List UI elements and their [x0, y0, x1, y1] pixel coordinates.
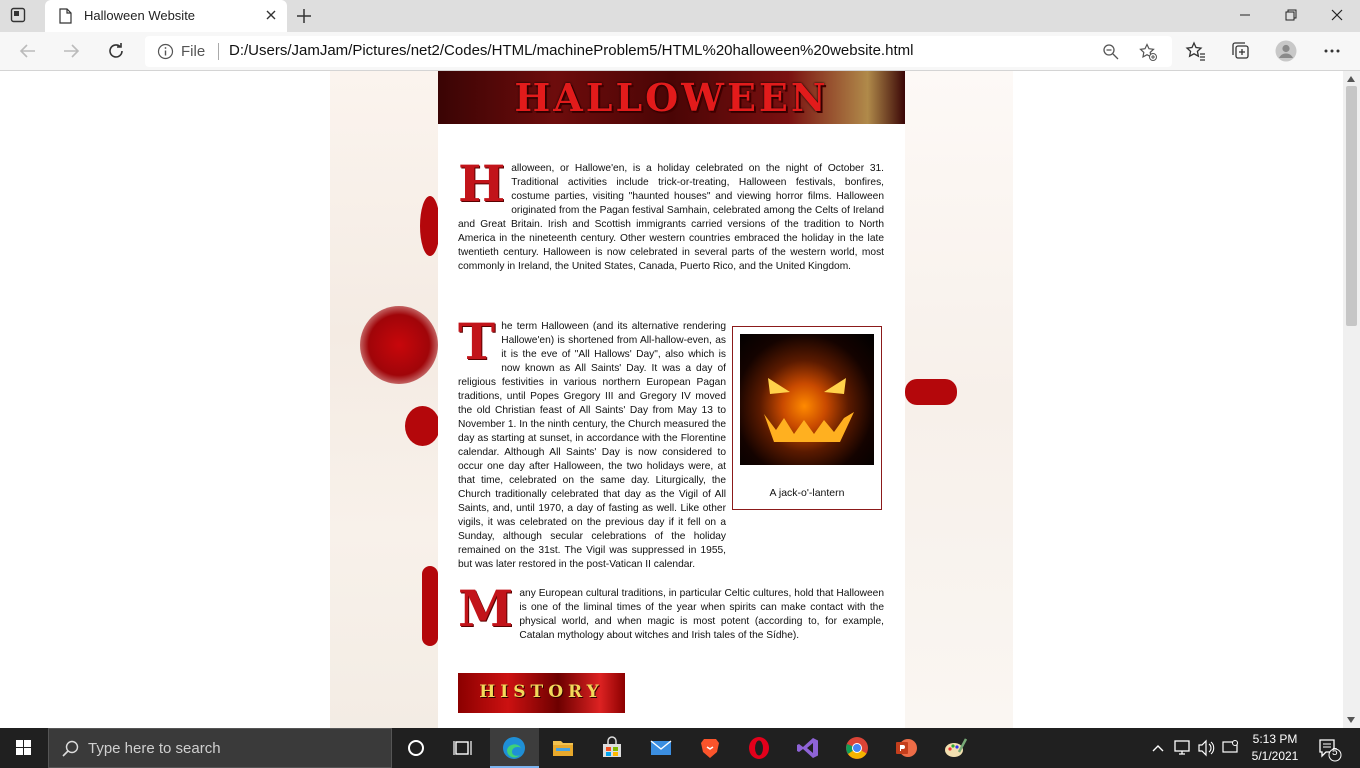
address-separator [218, 43, 219, 60]
info-icon[interactable] [157, 43, 174, 65]
add-favorite-icon[interactable] [1139, 43, 1157, 61]
refresh-icon[interactable] [105, 40, 127, 62]
chrome-browser-icon[interactable] [845, 736, 869, 760]
minimize-icon[interactable] [1222, 0, 1268, 30]
etymology-paragraph-head: The term Halloween (and its alternative … [458, 312, 726, 572]
clock-time: 5:13 PM [1252, 732, 1298, 746]
opera-browser-icon[interactable] [747, 736, 771, 760]
navigation-bar: File D:/Users/JamJam/Pictures/net2/Codes… [0, 32, 1360, 71]
windows-taskbar: Type here to search 5:13 PM 5/1/2021 5 [0, 728, 1360, 768]
tab-actions-icon[interactable] [10, 7, 38, 25]
blood-splat [360, 306, 438, 384]
figure-caption: A jack-o'-lantern [769, 487, 845, 499]
content-column: HALLOWEEN Halloween, or Hallowe'en, is a… [438, 71, 905, 728]
store-icon[interactable] [600, 736, 624, 760]
network-icon[interactable] [1172, 728, 1192, 768]
notification-count-badge: 5 [1332, 747, 1338, 758]
task-view-icon[interactable] [452, 736, 476, 760]
dropcap-h: H [458, 154, 506, 213]
clock-date: 5/1/2021 [1251, 749, 1299, 763]
intro-paragraph: Halloween, or Hallowe'en, is a holiday c… [458, 154, 884, 274]
close-window-icon[interactable] [1314, 0, 1360, 30]
volume-icon[interactable] [1196, 728, 1216, 768]
favorites-icon[interactable] [1185, 40, 1207, 62]
restore-icon[interactable] [1268, 0, 1314, 30]
vertical-scrollbar[interactable] [1343, 71, 1360, 728]
search-icon [62, 740, 80, 763]
notification-center-icon[interactable]: 5 [1316, 728, 1344, 768]
brave-browser-icon[interactable] [698, 736, 722, 760]
dropcap-t: T [458, 312, 496, 371]
address-bar[interactable]: File D:/Users/JamJam/Pictures/net2/Codes… [145, 36, 1172, 67]
system-clock[interactable]: 5:13 PM 5/1/2021 [1246, 731, 1304, 765]
history-label: HISTORY [479, 682, 604, 702]
collections-icon[interactable] [1230, 40, 1252, 62]
edge-browser-icon[interactable] [502, 736, 526, 760]
scheme-label: File [181, 43, 206, 60]
zoom-icon[interactable] [1102, 43, 1120, 61]
mail-icon[interactable] [649, 736, 673, 760]
page-icon [59, 8, 72, 29]
tab-strip: Halloween Website [0, 0, 1360, 32]
visual-studio-icon[interactable] [796, 736, 820, 760]
header-banner: HALLOWEEN [438, 71, 905, 124]
display-icon[interactable] [1220, 728, 1240, 768]
traditions-paragraph: Many European cultural traditions, in pa… [458, 579, 884, 643]
url-text[interactable]: D:/Users/JamJam/Pictures/net2/Codes/HTML… [229, 42, 913, 59]
intro-text: alloween, or Hallowe'en, is a holiday ce… [458, 163, 884, 272]
history-link-button[interactable]: HISTORY [458, 673, 625, 713]
traditions-text: any European cultural traditions, in par… [519, 588, 884, 641]
page-viewport: HALLOWEEN Halloween, or Hallowe'en, is a… [0, 71, 1343, 728]
close-tab-icon[interactable] [264, 8, 278, 22]
back-icon[interactable] [17, 40, 39, 62]
powerpoint-icon[interactable] [894, 736, 918, 760]
dropcap-m: M [458, 579, 514, 638]
etymology-text: he term Halloween (and its alternative r… [458, 321, 726, 570]
blood-splat [422, 566, 438, 646]
show-hidden-icons-chevron-icon[interactable] [1150, 728, 1166, 768]
jack-o-lantern-figure: A jack-o'-lantern [732, 326, 882, 510]
scrollbar-thumb[interactable] [1346, 86, 1357, 326]
profile-avatar-icon[interactable] [1275, 40, 1297, 62]
blood-splat [405, 406, 440, 446]
more-menu-icon[interactable] [1321, 40, 1343, 62]
paint-icon[interactable] [943, 736, 968, 760]
blood-splat [420, 196, 440, 256]
new-tab-icon[interactable] [294, 6, 314, 26]
start-button[interactable] [0, 728, 48, 768]
file-explorer-icon[interactable] [551, 736, 575, 760]
taskbar-search-box[interactable]: Type here to search [48, 728, 392, 768]
jack-o-lantern-image [740, 334, 874, 465]
banner-title: HALLOWEEN [514, 75, 829, 120]
forward-icon[interactable] [60, 40, 82, 62]
scroll-up-arrow-icon[interactable] [1347, 76, 1355, 82]
cortana-icon[interactable] [404, 736, 428, 760]
scroll-down-arrow-icon[interactable] [1347, 717, 1355, 723]
browser-tab[interactable]: Halloween Website [45, 0, 287, 32]
tab-title: Halloween Website [84, 8, 196, 23]
blood-splat [905, 379, 957, 405]
search-placeholder: Type here to search [88, 740, 221, 757]
